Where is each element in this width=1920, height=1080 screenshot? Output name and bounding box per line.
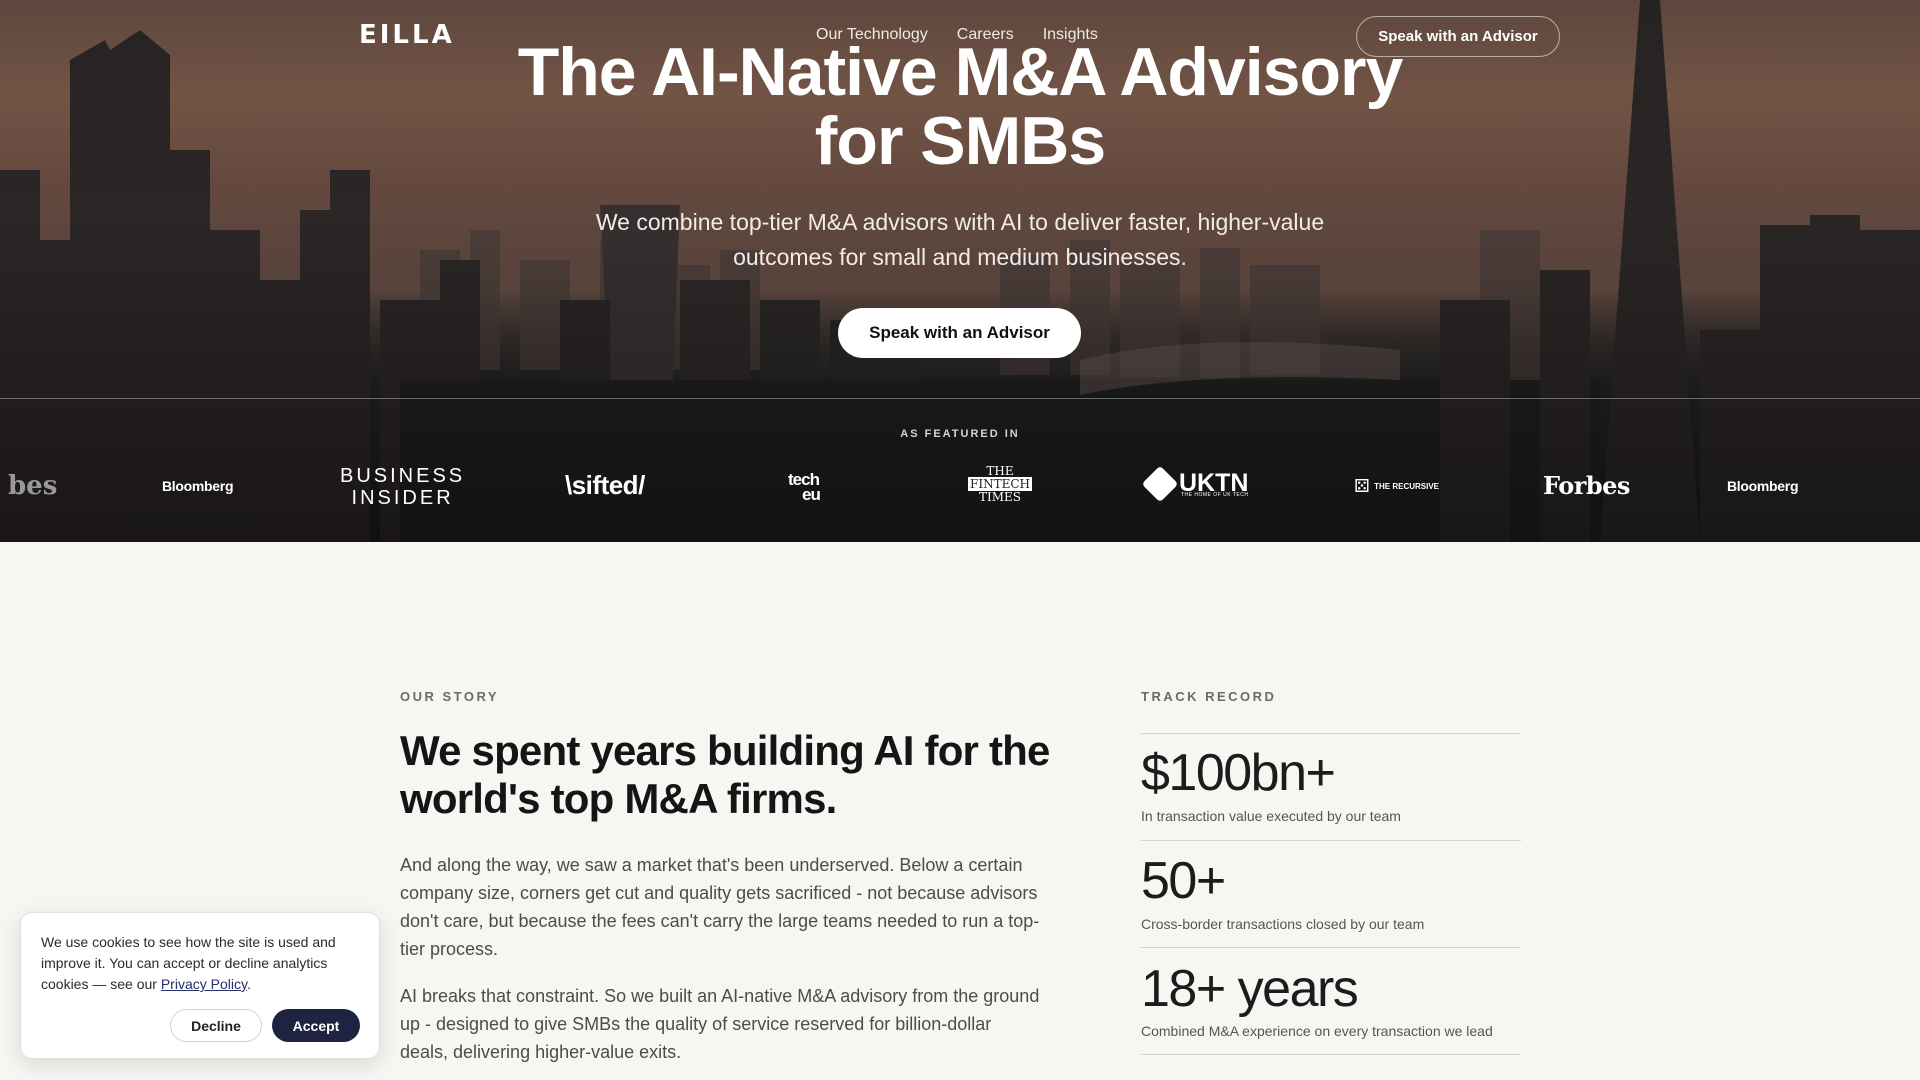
story-title: We spent years building AI for the world…: [400, 727, 1050, 822]
stat-divider: [1141, 1054, 1521, 1055]
hero-title-line-2: for SMBs: [814, 103, 1106, 179]
hero-speak-advisor-button[interactable]: Speak with an Advisor: [838, 308, 1081, 358]
stat-divider: [1141, 947, 1521, 948]
hero-title-line-1: The AI-Native M&A Advisory: [517, 34, 1404, 110]
recursive-mark-icon: ⚄: [1354, 476, 1370, 496]
stat-value-transaction: $100bn+: [1141, 744, 1336, 802]
cookie-period: .: [246, 976, 251, 992]
track-record-label: TRACK RECORD: [1141, 689, 1277, 704]
privacy-policy-link[interactable]: Privacy Policy: [161, 976, 247, 992]
forbes-logo: Forbes: [1543, 471, 1630, 500]
sifted-logo: \sifted/: [565, 470, 645, 500]
story-paragraph-2: AI breaks that constraint. So we built a…: [400, 986, 1040, 1062]
business-insider-logo: BUSINESS INSIDER: [340, 465, 465, 509]
uktn-logo: UKTN THE HOME OF UK TECH: [1141, 465, 1249, 502]
press-divider: [0, 398, 1920, 399]
cookie-message: We use cookies to see how the site is us…: [41, 932, 361, 995]
business-insider-line-2: INSIDER: [351, 487, 454, 509]
stat-value-experience: 18+ years: [1141, 960, 1359, 1018]
bloomberg-logo: Bloomberg: [162, 478, 234, 494]
tech-eu-line-2: eu: [802, 485, 821, 504]
cookie-decline-button[interactable]: Decline: [170, 1009, 262, 1042]
our-story-label: OUR STORY: [400, 689, 500, 704]
stat-divider: [1141, 733, 1521, 734]
recursive-wordmark: THE RECURSIVE: [1374, 482, 1440, 491]
forbes-logo-partial: bes: [8, 471, 58, 501]
stat-divider: [1141, 840, 1521, 841]
fintech-times-line-1: THE: [986, 464, 1014, 478]
story-paragraph-1: And along the way, we saw a market that'…: [400, 855, 1040, 959]
tech-eu-logo: tech eu: [788, 471, 821, 504]
uktn-mark-icon: [1141, 465, 1179, 502]
stat-desc-cross-border: Cross-border transactions closed by our …: [1141, 916, 1425, 932]
cookie-accept-button[interactable]: Accept: [272, 1009, 360, 1042]
hero-section: EILLA Our Technology Careers Insights Sp…: [0, 0, 1920, 542]
hero-subtitle-line-1: We combine top-tier M&A advisors with AI…: [595, 209, 1325, 235]
fintech-times-logo: THE FINTECH TIMES: [960, 465, 1040, 504]
hero-subtitle: We combine top-tier M&A advisors with AI…: [520, 205, 1400, 275]
hero-subtitle-line-2: outcomes for small and medium businesses…: [733, 244, 1187, 270]
featured-in-label: AS FEATURED IN: [900, 428, 1020, 440]
uktn-tagline: THE HOME OF UK TECH: [1181, 492, 1249, 498]
cookie-banner: We use cookies to see how the site is us…: [20, 912, 380, 1059]
business-insider-line-1: BUSINESS: [340, 465, 466, 487]
hero-title: The AI-Native M&A Advisory for SMBs: [360, 38, 1560, 176]
fintech-times-line-3: TIMES: [978, 490, 1021, 504]
stat-value-cross-border: 50+: [1141, 852, 1226, 910]
the-recursive-logo: ⚄ THE RECURSIVE: [1354, 476, 1439, 497]
stat-desc-experience: Combined M&A experience on every transac…: [1141, 1023, 1493, 1039]
bloomberg-logo-2: Bloomberg: [1727, 478, 1799, 494]
stat-desc-transaction: In transaction value executed by our tea…: [1141, 808, 1401, 824]
fintech-times-line-2: FINTECH: [968, 477, 1032, 491]
